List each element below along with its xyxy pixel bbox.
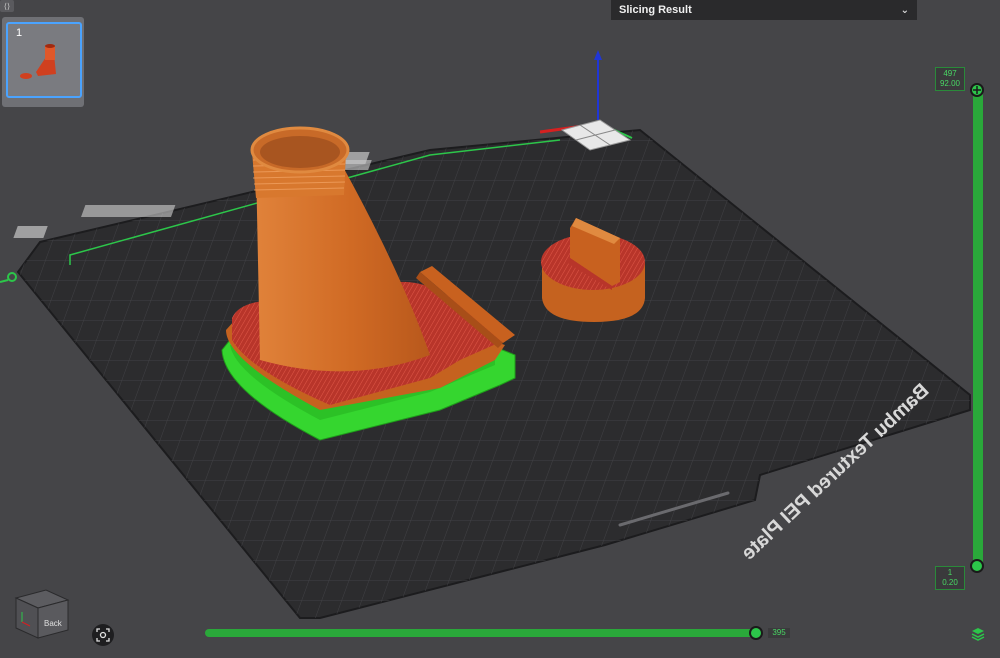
scene-svg: Bambu Textured PEI Plate [13, 50, 971, 619]
chevron-down-icon[interactable]: ⌄ [901, 5, 909, 16]
layer-slider-bottom-label: 1 0.20 [935, 566, 965, 590]
view-cube-icon[interactable]: Back [8, 582, 74, 644]
axis-gizmo [539, 50, 632, 151]
layer-slider-top-label: 497 92.00 [935, 67, 965, 91]
collapse-icon[interactable]: ⟨⟩ [0, 0, 14, 12]
recenter-icon [96, 628, 110, 642]
view-cube-back-label: Back [44, 619, 63, 628]
top-layer-height: 92.00 [939, 79, 961, 88]
move-slider-track[interactable] [205, 629, 761, 637]
layer-slider-bottom-handle[interactable] [970, 559, 984, 573]
bottom-layer-height: 0.20 [942, 578, 958, 587]
bottom-layer-number: 1 [947, 568, 953, 577]
slicing-result-title: Slicing Result [619, 4, 692, 16]
layer-slider-top-handle[interactable] [970, 83, 984, 97]
left-bound-marker [0, 272, 17, 283]
recenter-button[interactable] [92, 624, 114, 646]
layer-slider-track[interactable] [973, 90, 983, 568]
top-layer-number: 497 [943, 69, 957, 78]
plate-thumbnail[interactable]: 1 [2, 17, 84, 107]
plus-icon [973, 86, 981, 94]
3d-viewport[interactable]: Bambu Textured PEI Plate ⟨⟩ 1 Slicing Re… [0, 0, 1000, 653]
move-slider-handle[interactable] [749, 626, 763, 640]
slicing-result-panel[interactable]: Slicing Result ⌄ [611, 0, 917, 20]
plate-number: 1 [16, 27, 23, 39]
move-slider-value: 395 [768, 628, 790, 638]
layers-icon[interactable] [970, 626, 986, 642]
